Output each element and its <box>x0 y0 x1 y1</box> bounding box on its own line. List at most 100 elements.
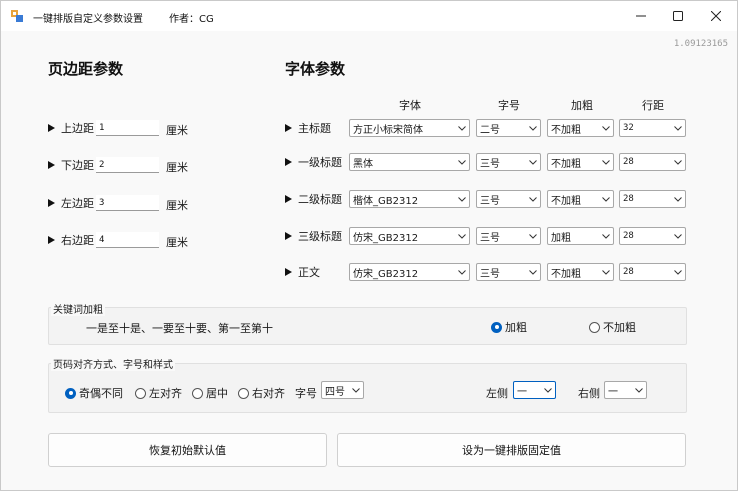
align-right-radio[interactable]: 右对齐 <box>238 385 285 401</box>
triangle-icon <box>48 161 55 169</box>
spacing-select[interactable]: 28 <box>619 227 686 245</box>
bottom-margin-input[interactable]: 2 <box>96 157 159 173</box>
font-select[interactable]: 仿宋_GB2312 <box>349 227 470 245</box>
font-row-label: 主标题 <box>285 120 331 136</box>
triangle-icon <box>285 232 292 240</box>
keyword-bold-group-label: 关键词加粗 <box>51 301 105 316</box>
bold-select[interactable]: 不加粗 <box>547 119 614 137</box>
triangle-icon <box>285 268 292 276</box>
triangle-icon <box>285 124 292 132</box>
page-number-group-label: 页码对齐方式、字号和样式 <box>51 356 175 371</box>
left-margin-input[interactable]: 3 <box>96 195 159 211</box>
close-button[interactable] <box>698 1 734 31</box>
chevron-down-icon <box>671 228 685 244</box>
bold-select[interactable]: 不加粗 <box>547 153 614 171</box>
size-select[interactable]: 三号 <box>476 153 541 171</box>
minimize-icon <box>636 15 646 17</box>
spacing-select[interactable]: 32 <box>619 119 686 137</box>
font-select[interactable]: 楷体_GB2312 <box>349 190 470 208</box>
title-bar[interactable]: 一键排版自定义参数设置 作者：CG <box>1 1 737 31</box>
align-left-radio[interactable]: 左对齐 <box>135 385 182 401</box>
unit-label: 厘米 <box>166 161 188 174</box>
chevron-down-icon <box>599 120 613 136</box>
triangle-icon <box>48 236 55 244</box>
radio-unchecked-icon <box>589 321 600 333</box>
chevron-down-icon <box>671 191 685 207</box>
chevron-down-icon <box>599 264 613 280</box>
bold-column-header: 加粗 <box>571 99 593 112</box>
bold-select[interactable]: 不加粗 <box>547 190 614 208</box>
size-select[interactable]: 三号 <box>476 190 541 208</box>
margin-row-left-label: 左边距 <box>48 195 94 211</box>
chevron-down-icon <box>526 154 540 170</box>
chevron-down-icon <box>599 154 613 170</box>
chevron-down-icon <box>526 120 540 136</box>
size-select[interactable]: 三号 <box>476 263 541 281</box>
odd-even-radio[interactable]: 奇偶不同 <box>65 385 123 401</box>
triangle-icon <box>285 158 292 166</box>
size-select[interactable]: 二号 <box>476 119 541 137</box>
bold-radio[interactable]: 加粗 <box>491 319 527 335</box>
font-row-label: 三级标题 <box>285 228 342 244</box>
restore-defaults-button[interactable]: 恢复初始默认值 <box>48 433 327 467</box>
no-bold-radio[interactable]: 不加粗 <box>589 319 636 335</box>
unit-label: 厘米 <box>166 236 188 249</box>
version-label: 1.09123165 <box>673 39 728 49</box>
minimize-button[interactable] <box>623 1 659 31</box>
chevron-down-icon <box>671 120 685 136</box>
right-decoration-select[interactable]: 一 <box>604 381 647 399</box>
font-column-header: 字体 <box>399 99 421 112</box>
align-center-radio[interactable]: 居中 <box>192 385 228 401</box>
window-title: 一键排版自定义参数设置 <box>33 14 143 25</box>
set-fixed-values-button[interactable]: 设为一键排版固定值 <box>337 433 686 467</box>
margin-row-right-label: 右边距 <box>48 232 94 248</box>
author-label: 作者：CG <box>169 14 214 25</box>
font-select[interactable]: 仿宋_GB2312 <box>349 263 470 281</box>
radio-unchecked-icon <box>135 387 146 399</box>
spacing-select[interactable]: 28 <box>619 190 686 208</box>
chevron-down-icon <box>526 228 540 244</box>
radio-unchecked-icon <box>192 387 203 399</box>
font-select[interactable]: 黑体 <box>349 153 470 171</box>
chevron-down-icon <box>455 191 469 207</box>
main-window: 一键排版自定义参数设置 作者：CG 1.09123165 页边距参数 上边距 1… <box>0 0 738 491</box>
chevron-down-icon <box>455 120 469 136</box>
spacing-select[interactable]: 28 <box>619 153 686 171</box>
margin-row-bottom-label: 下边距 <box>48 157 94 173</box>
top-margin-input[interactable]: 1 <box>96 120 159 136</box>
spacing-select[interactable]: 28 <box>619 263 686 281</box>
unit-label: 厘米 <box>166 199 188 212</box>
radio-unchecked-icon <box>238 387 249 399</box>
page-number-size-select[interactable]: 四号 <box>321 381 364 399</box>
maximize-button[interactable] <box>660 1 696 31</box>
font-row-label: 二级标题 <box>285 191 342 207</box>
size-column-header: 字号 <box>498 99 520 112</box>
chevron-down-icon <box>455 154 469 170</box>
margin-row-top-label: 上边距 <box>48 120 94 136</box>
chevron-down-icon <box>349 382 363 398</box>
app-icon <box>11 10 23 22</box>
radio-checked-icon <box>65 387 76 399</box>
chevron-down-icon <box>671 264 685 280</box>
triangle-icon <box>48 124 55 132</box>
font-select[interactable]: 方正小标宋简体 <box>349 119 470 137</box>
radio-checked-icon <box>491 321 502 333</box>
chevron-down-icon <box>599 191 613 207</box>
chevron-down-icon <box>671 154 685 170</box>
chevron-down-icon <box>455 228 469 244</box>
right-margin-input[interactable]: 4 <box>96 232 159 248</box>
size-select[interactable]: 三号 <box>476 227 541 245</box>
maximize-icon <box>673 11 683 21</box>
chevron-down-icon <box>541 382 555 398</box>
bold-select[interactable]: 加粗 <box>547 227 614 245</box>
left-decoration-select[interactable]: 一 <box>513 381 556 399</box>
margins-title: 页边距参数 <box>48 60 124 78</box>
chevron-down-icon <box>599 228 613 244</box>
bold-select[interactable]: 不加粗 <box>547 263 614 281</box>
chevron-down-icon <box>455 264 469 280</box>
unit-label: 厘米 <box>166 124 188 137</box>
fonts-title: 字体参数 <box>285 60 346 78</box>
chevron-down-icon <box>526 264 540 280</box>
close-icon <box>711 11 721 21</box>
keyword-text: 一是至十是、一要至十要、第一至第十 <box>86 322 273 335</box>
